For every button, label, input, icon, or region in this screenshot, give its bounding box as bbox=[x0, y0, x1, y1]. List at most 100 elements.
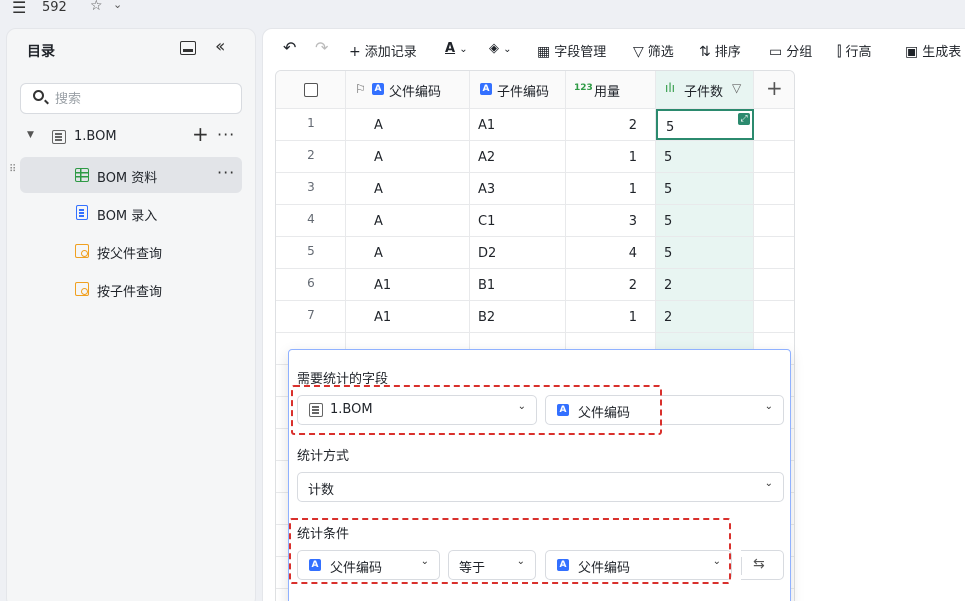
row-number-cell[interactable]: 1 bbox=[276, 109, 346, 140]
chevron-down-icon[interactable]: ⌄ bbox=[113, 0, 122, 11]
parent-code-cell-text: A bbox=[374, 118, 383, 133]
quantity-cell[interactable]: 2 bbox=[566, 269, 656, 300]
header-label: 用量 bbox=[594, 85, 621, 100]
collapse-sidebar-icon[interactable]: ‹‹ bbox=[215, 36, 226, 57]
filter-icon[interactable]: ▽ bbox=[732, 81, 741, 95]
parent-code-cell[interactable]: A bbox=[346, 173, 470, 204]
empty-cell[interactable] bbox=[754, 301, 794, 332]
child-code-cell[interactable]: D2 bbox=[470, 237, 566, 268]
select-all-cell[interactable] bbox=[276, 71, 346, 108]
row-number-cell[interactable]: 2 bbox=[276, 141, 346, 172]
row-number-cell-text: 1 bbox=[307, 116, 315, 130]
empty-cell[interactable] bbox=[754, 237, 794, 268]
sort-button[interactable]: ⇅ 排序 bbox=[699, 41, 741, 60]
child-count-cell[interactable]: 5 bbox=[656, 141, 754, 172]
quantity-cell[interactable]: 1 bbox=[566, 141, 656, 172]
undo-icon[interactable]: ↶ bbox=[283, 38, 296, 57]
expand-arrow-icon[interactable]: ▼ bbox=[27, 130, 34, 140]
empty-cell[interactable] bbox=[754, 205, 794, 236]
table-row[interactable]: 1 A A1 2 5 ⤢ bbox=[276, 109, 794, 141]
header-child-count[interactable]: ılı 子件数 ▽ bbox=[656, 71, 754, 108]
child-code-cell[interactable]: B1 bbox=[470, 269, 566, 300]
group-button[interactable]: ▭ 分组 bbox=[769, 41, 812, 60]
quantity-cell[interactable]: 1 bbox=[566, 173, 656, 204]
row-number-cell[interactable]: 4 bbox=[276, 205, 346, 236]
empty-cell[interactable] bbox=[754, 173, 794, 204]
row-number-cell[interactable]: 7 bbox=[276, 301, 346, 332]
child-count-cell[interactable]: 5 ⤢ bbox=[656, 109, 754, 140]
quantity-cell[interactable]: 3 bbox=[566, 205, 656, 236]
redo-icon[interactable]: ↷ bbox=[315, 38, 328, 57]
sidebar-item-label: 按父件查询 bbox=[97, 247, 163, 262]
table-row[interactable]: 7 A1 B2 1 2 bbox=[276, 301, 794, 333]
parent-code-cell[interactable]: A1 bbox=[346, 301, 470, 332]
row-number-cell[interactable]: 3 bbox=[276, 173, 346, 204]
child-count-cell[interactable]: 2 bbox=[656, 269, 754, 300]
quantity-cell[interactable]: 1 bbox=[566, 301, 656, 332]
header-quantity[interactable]: 123 用量 bbox=[566, 71, 656, 108]
method-select[interactable]: 计数 ⌄ bbox=[297, 472, 784, 502]
child-count-cell[interactable]: 5 bbox=[656, 173, 754, 204]
sidebar-item-bom[interactable]: ▼ 1.BOM + ··· bbox=[20, 119, 242, 155]
filter-button[interactable]: ▽ 筛选 bbox=[633, 41, 674, 60]
add-record-button[interactable]: + 添加记录 bbox=[349, 41, 417, 60]
parent-code-cell-text: A1 bbox=[374, 278, 392, 293]
sidebar-item-bom-entry[interactable]: BOM 录入 bbox=[20, 195, 242, 231]
quantity-cell[interactable]: 2 bbox=[566, 109, 656, 140]
parent-code-cell[interactable]: A bbox=[346, 237, 470, 268]
parent-code-cell[interactable]: A bbox=[346, 141, 470, 172]
expand-icon[interactable]: ⤢ bbox=[738, 113, 750, 125]
parent-code-cell[interactable]: A1 bbox=[346, 269, 470, 300]
fill-color-button[interactable]: ◈ ⌄ bbox=[489, 41, 512, 56]
child-code-cell[interactable]: C1 bbox=[470, 205, 566, 236]
sidebar-item-child-query[interactable]: 按子件查询 bbox=[20, 271, 242, 307]
add-field-cell[interactable]: + bbox=[754, 71, 794, 108]
child-count-cell[interactable]: 5 bbox=[656, 237, 754, 268]
generate-button[interactable]: ▣ 生成表 bbox=[905, 41, 961, 60]
more-icon[interactable]: ··· bbox=[217, 163, 235, 182]
more-icon[interactable]: ··· bbox=[217, 125, 235, 144]
add-field-icon[interactable]: + bbox=[766, 76, 783, 100]
annotation-box-field bbox=[291, 385, 662, 435]
swap-button[interactable]: ⇆ bbox=[741, 550, 784, 580]
empty-cell[interactable] bbox=[754, 269, 794, 300]
child-code-cell-text: D2 bbox=[478, 246, 497, 261]
child-count-cell[interactable]: 5 bbox=[656, 205, 754, 236]
row-number-cell[interactable]: 5 bbox=[276, 237, 346, 268]
field-manage-button[interactable]: ▦ 字段管理 bbox=[537, 41, 606, 60]
sidebar-item-bom-data[interactable]: BOM 资料 ··· bbox=[20, 157, 242, 193]
select-all-checkbox[interactable] bbox=[304, 83, 318, 97]
child-code-cell[interactable]: A3 bbox=[470, 173, 566, 204]
menu-icon[interactable]: ☰ bbox=[12, 0, 26, 17]
row-height-button[interactable]: ⫿ 行高 bbox=[837, 41, 872, 60]
parent-code-cell[interactable]: A bbox=[346, 109, 470, 140]
table-row[interactable]: 5 A D2 4 5 bbox=[276, 237, 794, 269]
empty-cell[interactable] bbox=[754, 109, 794, 140]
drag-handle-icon[interactable]: ⠿ bbox=[9, 165, 16, 175]
font-color-button[interactable]: A ⌄ bbox=[445, 41, 468, 56]
row-number-cell[interactable]: 6 bbox=[276, 269, 346, 300]
row-number-cell-text: 2 bbox=[307, 148, 315, 162]
text-field-icon: A bbox=[372, 83, 384, 95]
child-code-cell[interactable]: A2 bbox=[470, 141, 566, 172]
child-code-cell[interactable]: A1 bbox=[470, 109, 566, 140]
header-parent-code[interactable]: ⚐ A 父件编码 bbox=[346, 71, 470, 108]
table-row[interactable]: 6 A1 B1 2 2 bbox=[276, 269, 794, 301]
child-code-cell[interactable]: B2 bbox=[470, 301, 566, 332]
table-row[interactable]: 2 A A2 1 5 bbox=[276, 141, 794, 173]
parent-code-cell[interactable]: A bbox=[346, 205, 470, 236]
quantity-cell[interactable]: 4 bbox=[566, 237, 656, 268]
table-row[interactable]: 4 A C1 3 5 bbox=[276, 205, 794, 237]
search-box[interactable] bbox=[20, 83, 242, 114]
empty-cell[interactable] bbox=[754, 141, 794, 172]
search-input[interactable] bbox=[55, 90, 225, 108]
panel-toggle-icon[interactable] bbox=[180, 41, 196, 55]
table-row[interactable]: 3 A A3 1 5 bbox=[276, 173, 794, 205]
add-icon[interactable]: + bbox=[192, 122, 209, 146]
header-child-code[interactable]: A 子件编码 bbox=[470, 71, 566, 108]
sidebar-item-label: BOM 资料 bbox=[97, 171, 158, 186]
child-count-cell[interactable]: 2 bbox=[656, 301, 754, 332]
star-icon[interactable]: ☆ bbox=[90, 0, 103, 14]
sidebar-item-parent-query[interactable]: 按父件查询 bbox=[20, 233, 242, 269]
quantity-cell-text: 1 bbox=[628, 150, 637, 165]
